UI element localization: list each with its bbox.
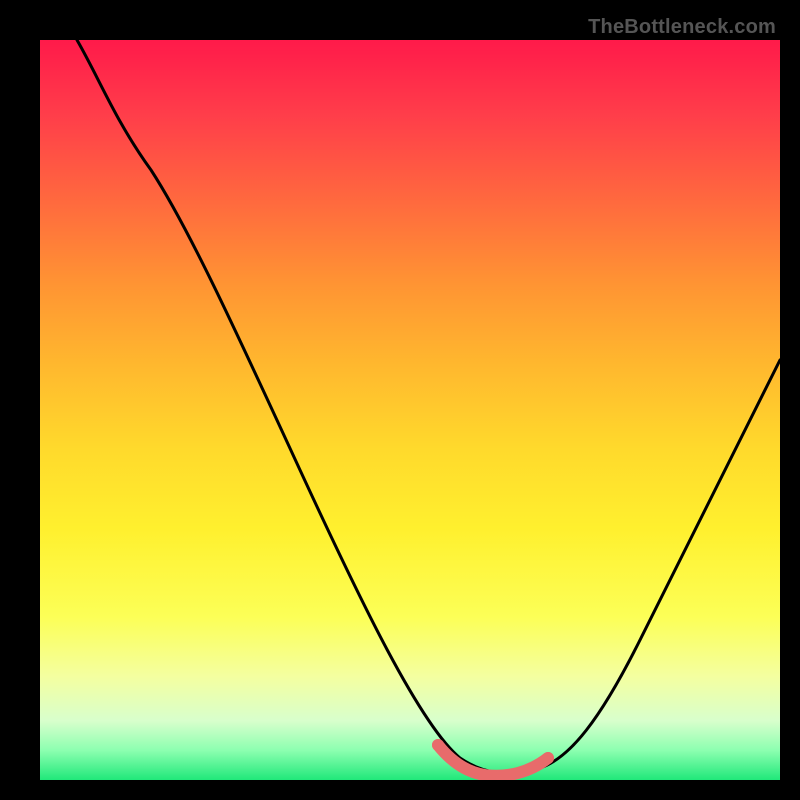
highlight-dot-left bbox=[432, 739, 444, 751]
bottleneck-curve-line bbox=[77, 40, 780, 773]
highlight-dot-right bbox=[542, 752, 554, 764]
plot-area bbox=[40, 40, 780, 780]
valley-highlight bbox=[438, 745, 548, 776]
watermark-text: TheBottleneck.com bbox=[588, 16, 776, 39]
chart-frame: TheBottleneck.com bbox=[10, 10, 790, 790]
curve-layer bbox=[40, 40, 780, 780]
